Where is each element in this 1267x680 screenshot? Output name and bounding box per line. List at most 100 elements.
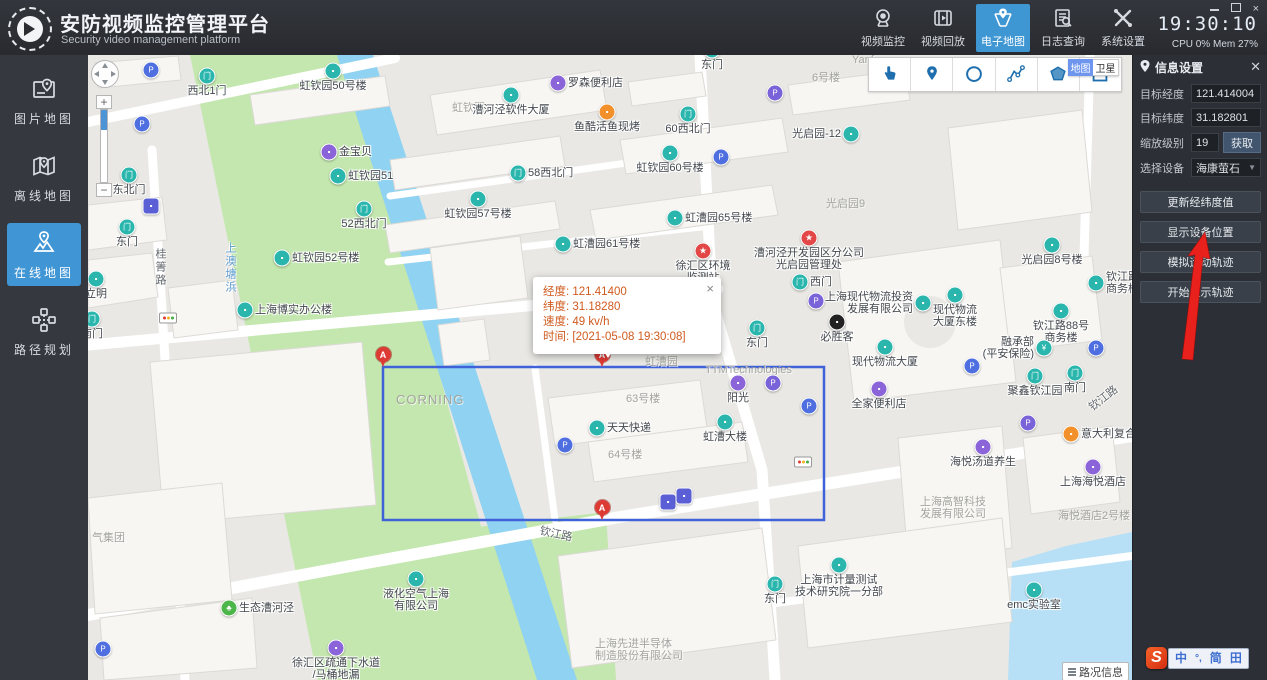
map-canvas[interactable]: PP▪门东北门门东门▪立明门南门门西北1门▪虹钦园50号楼▪金宝贝▪虹钦园51门…	[88, 55, 1132, 680]
track-point-marker[interactable]: A	[375, 347, 391, 367]
zoom-in-button[interactable]: +	[96, 95, 112, 109]
zoom-slider[interactable]	[100, 109, 108, 183]
map-poi-icon[interactable]: 门	[791, 273, 809, 291]
map-poi-icon[interactable]: ▪	[329, 167, 347, 185]
get-button[interactable]: 获取	[1223, 132, 1261, 153]
panel-close-icon[interactable]: ✕	[1250, 59, 1261, 75]
map-poi-icon[interactable]: ▪	[324, 62, 342, 80]
ime-grid-icon[interactable]: 田	[1230, 649, 1242, 668]
map-poi-icon[interactable]: P	[142, 61, 160, 79]
map-poi-icon[interactable]: ♣	[220, 599, 238, 617]
show-device-position-button[interactable]: 显示设备位置	[1140, 221, 1261, 243]
map-poi-icon[interactable]: 门	[703, 55, 721, 59]
map-poi-icon[interactable]: ▪	[842, 125, 860, 143]
window-restore-icon[interactable]	[1230, 3, 1241, 14]
nav-system-settings[interactable]: 系统设置	[1096, 4, 1150, 52]
traffic-info-button[interactable]: 路况信息	[1062, 662, 1129, 680]
map-poi-icon[interactable]: ▪	[1043, 236, 1061, 254]
map-poi-icon[interactable]: 门	[748, 319, 766, 337]
start-show-track-button[interactable]: 开始显示轨迹	[1140, 281, 1261, 303]
map-poi-icon[interactable]: ▪	[236, 301, 254, 319]
map-poi-icon[interactable]: ▪	[729, 374, 747, 392]
window-close-icon[interactable]: ×	[1253, 3, 1259, 14]
map-poi-icon[interactable]: ▪	[914, 294, 932, 312]
sidebar-item-offline-map[interactable]: 离线地图	[7, 146, 81, 209]
map-poi-icon[interactable]: ▪	[549, 74, 567, 92]
map-poi-icon[interactable]: ▪	[870, 380, 888, 398]
map-poi-icon[interactable]: ▪	[327, 639, 345, 657]
sidebar-item-picture-map[interactable]: 图片地图	[7, 69, 81, 132]
map-poi-icon[interactable]: ▪	[320, 143, 338, 161]
map-poi-icon[interactable]: P	[764, 374, 782, 392]
map-poi-icon[interactable]: ▪	[974, 438, 992, 456]
map-poi-icon[interactable]: ▪	[716, 413, 734, 431]
target-latitude-input[interactable]: 31.182801	[1191, 108, 1261, 127]
map-poi-icon[interactable]: ▪	[588, 419, 606, 437]
map-poi-icon[interactable]: P	[800, 397, 818, 415]
map-poi-icon[interactable]: P	[963, 357, 981, 375]
map-poi-icon[interactable]: ▪	[273, 249, 291, 267]
map-poi-icon[interactable]: 门	[355, 200, 373, 218]
map-poi-icon[interactable]: 门	[766, 575, 784, 593]
map-poi-icon[interactable]: P	[133, 115, 151, 133]
map-type-map[interactable]: 地图	[1068, 59, 1093, 76]
map-poi-icon[interactable]: P	[1019, 414, 1037, 432]
pan-hand-tool[interactable]	[869, 58, 912, 91]
map-poi-icon[interactable]: ▪	[1087, 274, 1105, 292]
zoom-out-button[interactable]: −	[96, 183, 112, 197]
map-type-satellite[interactable]: 卫星	[1093, 59, 1119, 76]
map-poi-icon[interactable]: 门	[88, 310, 101, 328]
map-poi-icon[interactable]: 门	[679, 105, 697, 123]
marker-tool[interactable]	[911, 58, 954, 91]
map-poi-icon[interactable]: ▪	[830, 556, 848, 574]
device-select[interactable]: 海康萤石 ▼	[1191, 158, 1261, 177]
map-poi-icon[interactable]: 门	[1066, 364, 1084, 382]
compass-control[interactable]	[90, 59, 120, 94]
map-poi-icon[interactable]: ▪	[666, 209, 684, 227]
zoom-level-input[interactable]: 19	[1191, 133, 1219, 152]
target-longitude-input[interactable]: 121.414004	[1191, 84, 1261, 103]
map-poi-icon[interactable]: ▪	[675, 487, 693, 505]
map-poi-icon[interactable]: ▪	[876, 338, 894, 356]
map-poi-icon[interactable]: ▪	[659, 493, 677, 511]
map-poi-icon[interactable]: ▪	[1084, 458, 1102, 476]
track-point-marker[interactable]: A	[594, 500, 610, 520]
nav-video-monitor[interactable]: 视频监控	[856, 4, 910, 52]
map-poi-icon[interactable]: ▪	[661, 144, 679, 162]
map-poi-icon[interactable]: 门	[118, 218, 136, 236]
map-poi-icon[interactable]: ▪	[407, 570, 425, 588]
map-poi-icon[interactable]: ▪	[469, 190, 487, 208]
ime-chinese-mode[interactable]: 中	[1175, 649, 1187, 668]
traffic-light-icon[interactable]	[794, 456, 812, 468]
map-poi-icon[interactable]: ▪	[828, 313, 846, 331]
nav-log-query[interactable]: 日志查询	[1036, 4, 1090, 52]
update-coordinates-button[interactable]: 更新经纬度值	[1140, 191, 1261, 213]
popup-close-icon[interactable]: ×	[706, 281, 714, 296]
map-poi-icon[interactable]: P	[1087, 339, 1105, 357]
map-poi-icon[interactable]: ★	[694, 242, 712, 260]
sidebar-item-route-planning[interactable]: 路径规划	[7, 300, 81, 363]
traffic-light-icon[interactable]	[159, 312, 177, 324]
sidebar-item-online-map[interactable]: 在线地图	[7, 223, 81, 286]
map-poi-icon[interactable]: P	[766, 84, 784, 102]
map-poi-icon[interactable]: ▪	[502, 86, 520, 104]
map-poi-icon[interactable]: 门	[120, 166, 138, 184]
map-poi-icon[interactable]: ▪	[598, 103, 616, 121]
map-poi-icon[interactable]: ★	[800, 229, 818, 247]
simulate-track-button[interactable]: 模拟运动轨迹	[1140, 251, 1261, 273]
map-poi-icon[interactable]: 门	[198, 67, 216, 85]
circle-tool[interactable]	[953, 58, 996, 91]
map-poi-icon[interactable]: ▪	[88, 270, 105, 288]
map-poi-icon[interactable]: ▪	[1052, 302, 1070, 320]
map-poi-icon[interactable]: ▪	[1062, 425, 1080, 443]
map-poi-icon[interactable]: P	[807, 292, 825, 310]
nav-e-map[interactable]: 电子地图	[976, 3, 1030, 52]
map-poi-icon[interactable]: ▪	[1025, 581, 1043, 599]
sogou-logo-icon[interactable]: S	[1146, 647, 1167, 669]
ime-simplified-mode[interactable]: 简	[1210, 649, 1222, 668]
window-minimize-icon[interactable]	[1209, 4, 1219, 14]
map-poi-icon[interactable]: 门	[509, 164, 527, 182]
polyline-tool[interactable]	[996, 58, 1038, 91]
ime-punctuation-mode[interactable]: °,	[1195, 649, 1202, 668]
map-poi-icon[interactable]: P	[94, 640, 112, 658]
